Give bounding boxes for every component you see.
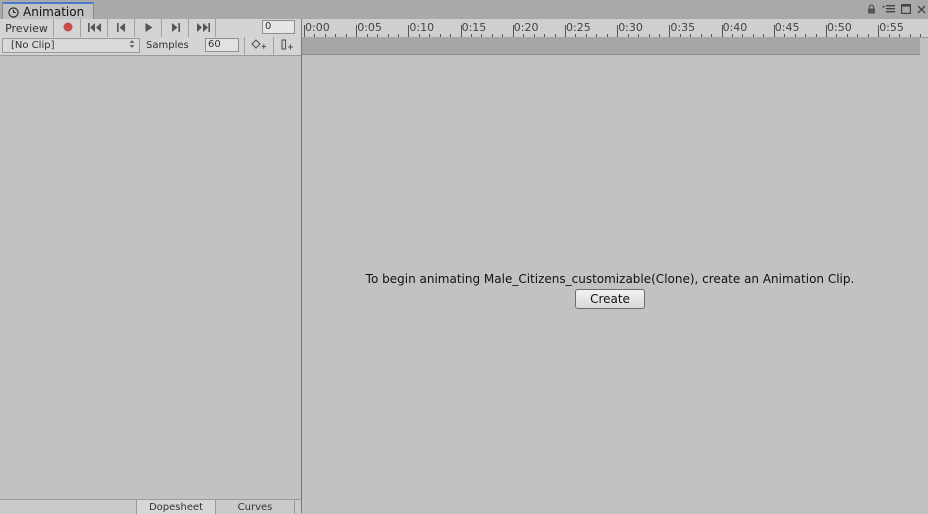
play-button[interactable] <box>136 19 162 37</box>
ruler-label: 0:00 <box>305 21 330 34</box>
event-strip[interactable] <box>302 37 920 55</box>
property-list-panel[interactable] <box>0 56 301 499</box>
create-clip-button[interactable]: Create <box>575 289 645 309</box>
ruler-label: 0:05 <box>357 21 382 34</box>
add-event-button[interactable] <box>273 37 300 55</box>
tab-curves[interactable]: Curves <box>215 500 295 514</box>
add-event-icon <box>280 38 294 54</box>
ruler-label: 0:30 <box>618 21 643 34</box>
add-keyframe-icon <box>251 39 267 53</box>
previous-keyframe-button[interactable] <box>109 19 135 37</box>
clock-icon <box>8 6 19 18</box>
ruler-label: 0:40 <box>722 21 748 34</box>
ruler-label: 0:45 <box>774 21 800 34</box>
step-forward-icon <box>171 22 180 35</box>
first-keyframe-button[interactable] <box>82 19 108 37</box>
samples-label: Samples <box>146 40 189 51</box>
preview-button[interactable]: Preview <box>0 19 54 37</box>
ruler-label: 0:20 <box>513 21 539 34</box>
record-button[interactable] <box>55 19 81 37</box>
add-keyframe-button[interactable] <box>244 37 273 55</box>
ruler-label: 0:15 <box>461 21 487 34</box>
tab-animation[interactable]: Animation <box>2 2 94 20</box>
next-keyframe-button[interactable] <box>163 19 189 37</box>
view-mode-bar: Dopesheet Curves <box>0 499 301 514</box>
lock-icon[interactable] <box>867 4 876 14</box>
step-back-icon <box>117 22 126 35</box>
tab-dopesheet[interactable]: Dopesheet <box>136 500 215 514</box>
ruler-label: 0:50 <box>827 21 852 34</box>
tab-bar <box>0 0 928 20</box>
ruler-label: 0:35 <box>670 21 696 34</box>
frame-input[interactable]: 0 <box>262 20 295 34</box>
tab-title: Animation <box>23 5 85 19</box>
clip-dropdown-value: [No Clip] <box>11 40 55 51</box>
clip-toolbar: [No Clip] Samples 60 <box>0 37 302 56</box>
window-controls <box>867 2 926 16</box>
clip-dropdown[interactable]: [No Clip] <box>2 38 140 53</box>
close-icon[interactable] <box>917 5 926 14</box>
ruler-label: 0:25 <box>566 21 591 34</box>
ruler-label: 0:10 <box>409 21 435 34</box>
timeline-ruler[interactable]: 0:00 0:05 0:10 0:15 0:20 0:25 0:30 0:35 0:40 0:45… <box>302 19 928 37</box>
skip-to-start-icon <box>87 22 102 35</box>
menu-icon[interactable] <box>882 5 895 13</box>
ruler-label: 0:55 <box>879 21 904 34</box>
samples-input[interactable]: 60 <box>205 38 239 52</box>
empty-state-message: To begin animating Male_Citizens_customi… <box>365 272 855 286</box>
ruler-minor-tick <box>919 34 921 37</box>
last-keyframe-button[interactable] <box>190 19 216 37</box>
record-icon <box>63 22 73 35</box>
play-icon <box>145 22 153 35</box>
dropdown-arrows-icon <box>129 39 135 52</box>
maximize-icon[interactable] <box>901 4 911 14</box>
skip-to-end-icon <box>196 22 210 35</box>
